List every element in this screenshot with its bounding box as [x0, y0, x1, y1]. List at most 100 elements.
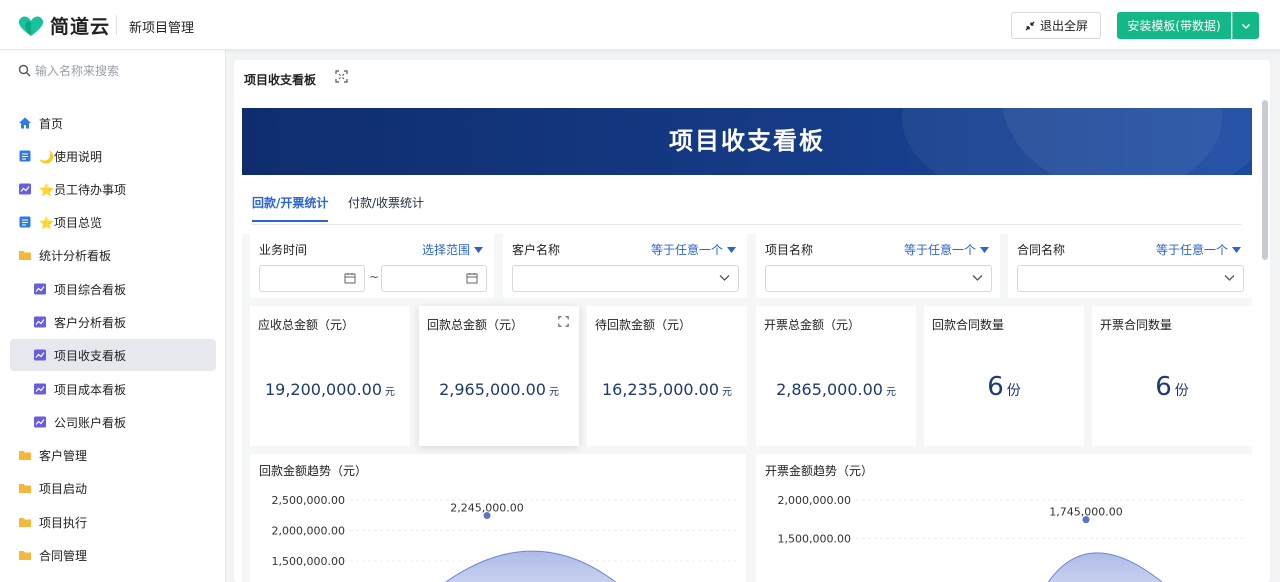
exit-fullscreen-label: 退出全屏: [1039, 19, 1088, 33]
dashboard-banner: 项目收支看板: [242, 108, 1252, 175]
sidebar-item[interactable]: ⭐项目总览: [10, 206, 216, 238]
sidebar-item-label: 项目启动: [39, 481, 88, 496]
app-logo[interactable]: 简道云: [16, 12, 110, 39]
kpi-payment-total[interactable]: 回款总金额（元） 2,965,000.00 元: [419, 306, 579, 446]
folder-icon: [17, 547, 33, 563]
sidebar-item-label: 公司账户看板: [54, 415, 127, 430]
sidebar-item[interactable]: 项目综合看板: [10, 273, 216, 305]
dashboard-icon: [32, 314, 48, 330]
y-tick-label: 1,500,000.00: [778, 533, 851, 546]
install-template-button[interactable]: 安装模板(带数据): [1117, 12, 1231, 39]
page-scrollbar[interactable]: [1262, 100, 1268, 260]
dashboard-icon: [32, 381, 48, 397]
data-label: 1,745,000.00: [1049, 506, 1122, 519]
folder-icon: [17, 447, 33, 463]
kpi-value: 16,235,000.00 元: [601, 380, 733, 399]
sidebar-item[interactable]: 项目收支看板: [10, 339, 216, 371]
calendar-icon: [344, 273, 356, 284]
folder-icon: [17, 247, 33, 263]
sidebar-item[interactable]: 客户分析看板: [10, 306, 216, 338]
filter-mode-label: 等于任意一个: [650, 243, 723, 257]
logo-text: 简道云: [50, 16, 111, 38]
tab-payment-invoice[interactable]: 回款/开票统计: [252, 194, 329, 222]
kpi-value: 19,200,000.00 元: [264, 380, 396, 399]
install-template-label: 安装模板(带数据): [1127, 19, 1221, 33]
sidebar-item-label: ⭐员工待办事项: [39, 182, 126, 197]
start-date-input[interactable]: [259, 265, 365, 292]
filter-project-name: 项目名称 等于任意一个: [756, 232, 1000, 298]
top-bar: 简道云 新项目管理 退出全屏 安装模板(带数据): [0, 0, 1280, 50]
install-dropdown-button[interactable]: [1232, 12, 1259, 39]
search-icon: [18, 64, 31, 77]
dashboard-icon: [32, 347, 48, 363]
sidebar-item[interactable]: ⭐员工待办事项: [10, 173, 216, 205]
sidebar-item[interactable]: 客户管理: [10, 439, 216, 471]
filter-mode-dropdown[interactable]: 等于任意一个: [651, 241, 736, 258]
sidebar-item[interactable]: 首页: [10, 107, 216, 139]
kpi-label: 回款总金额（元）: [427, 318, 524, 332]
exit-fullscreen-button[interactable]: 退出全屏: [1011, 12, 1101, 39]
y-tick-label: 2,000,000.00: [272, 525, 345, 538]
doc-icon: [17, 148, 33, 164]
area-series: [1047, 552, 1163, 582]
caret-down-icon: [474, 246, 483, 253]
chart-payment-trend[interactable]: 回款金额趋势（元） 2,500,000.00 2,000,000.00 1,500,…: [250, 454, 746, 582]
range-separator: ~: [369, 270, 380, 284]
sidebar-item[interactable]: 公司账户看板: [10, 406, 216, 438]
sidebar-item[interactable]: 🌙使用说明: [10, 140, 216, 172]
dashboard-icon: [17, 181, 33, 197]
kpi-value: 6份: [1155, 372, 1189, 402]
doc-icon: [17, 214, 33, 230]
tab-pay-receipt[interactable]: 付款/收票统计: [348, 194, 424, 222]
filter-mode-dropdown[interactable]: 等于任意一个: [1156, 241, 1241, 258]
sidebar-item[interactable]: 统计分析看板: [10, 239, 216, 271]
filter-mode-label: 等于任意一个: [903, 243, 976, 257]
kpi-invoice-contracts[interactable]: 开票合同数量 6份: [1092, 306, 1252, 446]
sidebar-search[interactable]: 输入名称来搜索: [18, 62, 119, 79]
main-content: 项目收支看板 项目收支看板 回款/开票统计 付款/收票统计 业务时间 选择范围 …: [234, 60, 1270, 582]
sidebar-item-label: 项目收支看板: [54, 348, 127, 363]
divider: [116, 15, 117, 35]
sidebar-item-label: 客户管理: [39, 448, 88, 463]
folder-icon: [17, 514, 33, 530]
customer-select[interactable]: [512, 265, 739, 292]
home-icon: [17, 115, 33, 131]
filter-label: 合同名称: [1017, 243, 1066, 257]
filter-mode-dropdown[interactable]: 等于任意一个: [904, 241, 989, 258]
fullscreen-icon[interactable]: [558, 316, 569, 327]
sidebar-item[interactable]: 合同管理: [10, 539, 216, 571]
sidebar-item-label: 客户分析看板: [54, 315, 127, 330]
app-title[interactable]: 新项目管理: [129, 17, 194, 36]
sidebar-item[interactable]: 项目执行: [10, 506, 216, 538]
fullscreen-icon[interactable]: [335, 70, 348, 83]
chevron-down-icon: [1241, 23, 1251, 29]
kpi-label: 回款合同数量: [932, 318, 1005, 332]
filter-label: 业务时间: [259, 243, 308, 257]
search-placeholder: 输入名称来搜索: [35, 64, 120, 78]
contract-select[interactable]: [1017, 265, 1244, 292]
kpi-pending-payment[interactable]: 待回款金额（元） 16,235,000.00 元: [587, 306, 747, 446]
kpi-invoice-total[interactable]: 开票总金额（元） 2,865,000.00 元: [756, 306, 916, 446]
banner-title: 项目收支看板: [669, 127, 825, 155]
sidebar-item-label: 首页: [39, 116, 64, 131]
tab-bar: 回款/开票统计 付款/收票统计: [242, 184, 1252, 234]
caret-down-icon: [980, 246, 989, 253]
filter-label: 项目名称: [765, 243, 814, 257]
project-select[interactable]: [765, 265, 992, 292]
page-title: 项目收支看板: [244, 73, 317, 87]
kpi-receivable-total[interactable]: 应收总金额（元） 19,200,000.00 元: [250, 306, 410, 446]
sidebar-item[interactable]: 项目启动: [10, 472, 216, 504]
kpi-payment-contracts[interactable]: 回款合同数量 6份: [924, 306, 1084, 446]
end-date-input[interactable]: [381, 265, 487, 292]
y-tick-label: 2,000,000.00: [778, 494, 851, 507]
chart-invoice-trend[interactable]: 开票金额趋势（元） 2,000,000.00 1,500,000.00 1,745,…: [756, 454, 1252, 582]
chevron-down-icon: [719, 275, 730, 281]
sidebar-item[interactable]: 项目成本看板: [10, 373, 216, 405]
sidebar-item[interactable]: 项目收支: [10, 572, 216, 582]
chart-canvas: 2,000,000.00 1,500,000.00 1,745,000.00: [778, 494, 1246, 582]
filter-mode-dropdown[interactable]: 选择范围: [422, 241, 483, 258]
kpi-label: 应收总金额（元）: [258, 318, 355, 332]
sidebar-item-label: 合同管理: [39, 548, 88, 563]
kpi-value: 6份: [987, 372, 1021, 402]
calendar-icon: [466, 273, 478, 284]
